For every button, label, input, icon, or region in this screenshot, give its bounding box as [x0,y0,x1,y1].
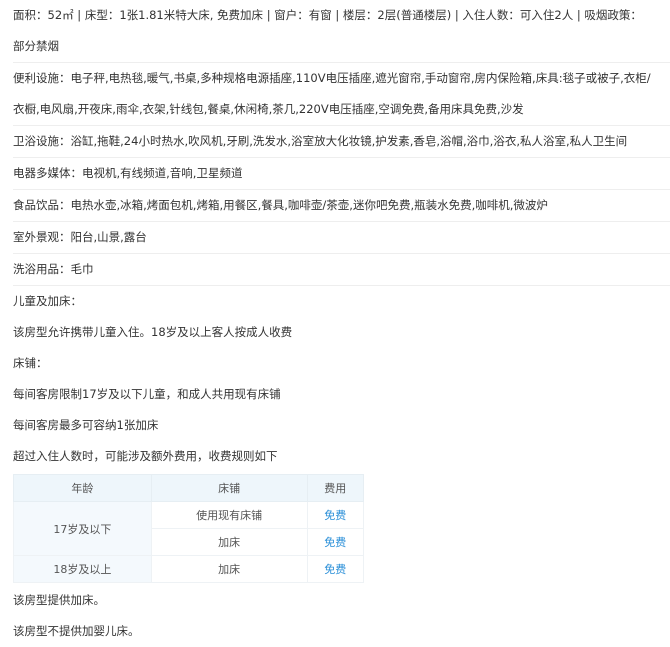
media-facilities: 电器多媒体：电视机,有线频道,音响,卫星频道 [13,158,670,190]
bathroom-facilities: 卫浴设施：浴缸,拖鞋,24小时热水,吹风机,牙刷,洗发水,浴室放大化妆镜,护发素… [13,126,670,158]
basic-info-line1: 面积：52㎡ | 床型：1张1.81米特大床, 免费加床 | 窗户：有窗 | 楼… [13,8,642,22]
extra-bed-available: 该房型提供加床。 [13,593,105,607]
table-row: 18岁及以上 加床 免费 [13,555,365,583]
bed-rule-2: 每间客房最多可容纳1张加床 [13,418,159,432]
fee-table-fee-cell: 免费 [306,528,365,556]
fee-table-header-fee: 费用 [306,474,365,502]
fee-table-header-row: 年龄 床铺 费用 [13,474,365,502]
children-policy: 该房型允许携带儿童入住。18岁及以上客人按成人收费 [13,325,293,339]
fee-table-bed-cell: 加床 [150,528,308,556]
fee-table-fee-cell: 免费 [306,555,365,583]
fee-table-header-age: 年龄 [13,474,152,502]
convenience-line1: 便利设施：电子秤,电热毯,暖气,书桌,多种规格电源插座,110V电压插座,遮光窗… [13,71,651,85]
basic-info-line2: 部分禁烟 [13,39,59,53]
basic-info: 面积：52㎡ | 床型：1张1.81米特大床, 免费加床 | 窗户：有窗 | 楼… [13,0,670,63]
convenience-facilities: 便利设施：电子秤,电热毯,暖气,书桌,多种规格电源插座,110V电压插座,遮光窗… [13,63,670,126]
fee-table-header-bed: 床铺 [150,474,308,502]
fee-table-bed-cell: 加床 [150,555,308,583]
convenience-line2: 衣橱,电风扇,开夜床,雨伞,衣架,针线包,餐桌,休闲椅,茶几,220V电压插座,… [13,102,524,116]
table-row: 17岁及以下 使用现有床铺 免费 [13,501,365,556]
extra-fee-note: 超过入住人数时，可能涉及额外费用，收费规则如下 [13,449,278,463]
outdoor-view: 室外景观：阳台,山景,露台 [13,222,670,254]
extra-bed-fee-table: 年龄 床铺 费用 17岁及以下 使用现有床铺 免费 加床 免费 18岁及以上 加… [13,474,365,583]
room-details: 面积：52㎡ | 床型：1张1.81米特大床, 免费加床 | 窗户：有窗 | 楼… [0,0,670,638]
food-facilities: 食品饮品：电热水壶,冰箱,烤面包机,烤箱,用餐区,餐具,咖啡壶/茶壶,迷你吧免费… [13,190,670,222]
fee-table-fee-cell: 免费 [306,501,365,529]
bed-rule-1: 每间客房限制17岁及以下儿童，和成人共用现有床铺 [13,387,281,401]
children-heading: 儿童及加床： [13,294,82,308]
fee-table-bed-cell: 使用现有床铺 [150,501,308,529]
fee-table-age-cell: 17岁及以下 [13,501,152,556]
toiletries: 洗浴用品：毛巾 [13,254,670,286]
fee-table-age-cell: 18岁及以上 [13,555,152,583]
bed-heading: 床铺： [13,356,48,370]
crib-unavailable: 该房型不提供加婴儿床。 [13,624,140,638]
